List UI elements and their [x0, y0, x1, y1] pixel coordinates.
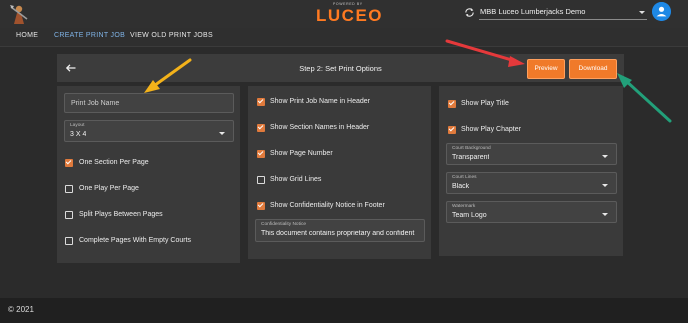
- chevron-down-icon: [602, 155, 608, 158]
- nav-create-print-job[interactable]: CREATE PRINT JOB: [54, 32, 125, 39]
- checkbox-show-play-chapter[interactable]: [448, 126, 456, 134]
- court-lines-select[interactable]: Court Lines Black: [446, 172, 617, 194]
- option-label: Show Confidentiality Notice in Footer: [270, 202, 385, 209]
- checkbox-show-section-names[interactable]: [257, 124, 265, 132]
- layout-select[interactable]: Layout 3 X 4: [64, 120, 234, 142]
- brand-logo[interactable]: LUCEO: [316, 6, 383, 26]
- option-label: Show Section Names in Header: [270, 124, 370, 131]
- step-header: Step 2: Set Print Options Preview Downlo…: [57, 54, 624, 82]
- layout-label: Layout: [70, 123, 85, 128]
- option-label: Show Page Number: [270, 150, 333, 157]
- watermark-label: Watermark: [452, 204, 476, 209]
- top-app-bar: POWERED BY LUCEO MBB Luceo Lumberjacks D…: [0, 0, 688, 28]
- confidentiality-notice-input[interactable]: Confidentiality Notice This document con…: [255, 219, 425, 242]
- nav-view-old-print-jobs[interactable]: VIEW OLD PRINT JOBS: [130, 32, 213, 39]
- watermark-select[interactable]: Watermark Team Logo: [446, 201, 617, 223]
- header-footer-options-panel: Show Print Job Name in Header Show Secti…: [248, 86, 431, 259]
- court-lines-label: Court Lines: [452, 175, 477, 180]
- chevron-down-icon: [602, 184, 608, 187]
- green-annotation-arrow-icon: [617, 73, 672, 123]
- footer: © 2021: [0, 298, 688, 323]
- option-label: One Section Per Page: [79, 159, 149, 166]
- option-label: Show Play Title: [461, 100, 509, 107]
- option-label: Show Grid Lines: [270, 176, 322, 183]
- print-job-name-placeholder: Print Job Name: [71, 100, 120, 107]
- layout-value: 3 X 4: [70, 131, 87, 138]
- chevron-down-icon: [219, 132, 225, 135]
- checkbox-one-play-per-page[interactable]: [65, 185, 73, 193]
- checkbox-show-confidentiality-notice[interactable]: [257, 202, 265, 210]
- chevron-down-icon: [639, 11, 645, 14]
- court-options-panel: Show Play Title Show Play Chapter Court …: [439, 86, 623, 256]
- preview-button[interactable]: Preview: [527, 59, 565, 79]
- court-background-label: Court Background: [452, 146, 491, 151]
- checkbox-show-print-job-name[interactable]: [257, 98, 265, 106]
- team-select[interactable]: MBB Luceo Lumberjacks Demo: [479, 6, 647, 20]
- download-button[interactable]: Download: [569, 59, 617, 79]
- checkbox-show-page-number[interactable]: [257, 150, 265, 158]
- copyright-text: © 2021: [8, 305, 34, 314]
- court-background-select[interactable]: Court Background Transparent: [446, 143, 617, 165]
- chevron-down-icon: [602, 213, 608, 216]
- option-label: One Play Per Page: [79, 185, 139, 192]
- checkbox-complete-pages-empty-courts[interactable]: [65, 237, 73, 245]
- checkbox-split-plays-between-pages[interactable]: [65, 211, 73, 219]
- sync-icon[interactable]: [464, 7, 475, 18]
- lumberjack-mascot-icon[interactable]: [8, 3, 30, 25]
- option-label: Split Plays Between Pages: [79, 211, 163, 218]
- layout-options-panel: Print Job Name Layout 3 X 4 One Section …: [57, 86, 240, 263]
- checkbox-one-section-per-page[interactable]: [65, 159, 73, 167]
- checkbox-show-grid-lines[interactable]: [257, 176, 265, 184]
- court-background-value: Transparent: [452, 154, 490, 161]
- team-select-value: MBB Luceo Lumberjacks Demo: [480, 7, 586, 16]
- court-lines-value: Black: [452, 183, 470, 190]
- watermark-value: Team Logo: [452, 212, 487, 219]
- checkbox-show-play-title[interactable]: [448, 100, 456, 108]
- option-label: Show Print Job Name in Header: [270, 98, 370, 105]
- confidentiality-notice-label: Confidentiality Notice: [261, 222, 307, 227]
- option-label: Complete Pages With Empty Courts: [79, 237, 192, 244]
- nav-home[interactable]: HOME: [16, 32, 38, 39]
- confidentiality-notice-value: This document contains proprietary and c…: [261, 230, 415, 237]
- account-circle-icon[interactable]: [652, 2, 671, 21]
- print-job-name-input[interactable]: Print Job Name: [64, 93, 234, 113]
- option-label: Show Play Chapter: [461, 126, 521, 133]
- main-nav: HOME CREATE PRINT JOB VIEW OLD PRINT JOB…: [0, 28, 688, 47]
